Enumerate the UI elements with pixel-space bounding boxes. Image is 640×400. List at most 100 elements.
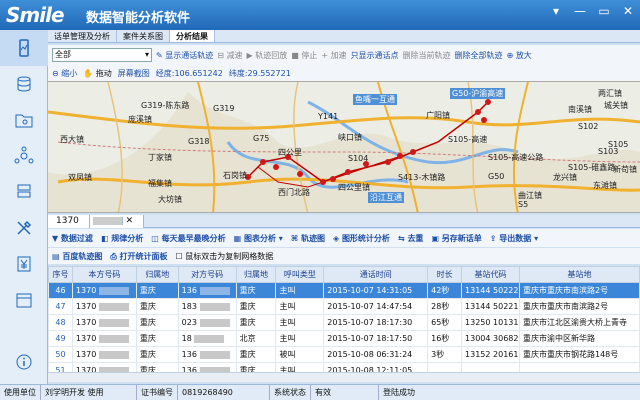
track-select[interactable]: 全部 — [52, 48, 152, 62]
col-header[interactable]: 基站代码 — [461, 266, 520, 283]
own-location: 重庆 — [135, 346, 179, 363]
sidebar-item-network[interactable] — [0, 138, 48, 174]
stop-button[interactable]: ■ 停止 — [291, 50, 317, 61]
pattern-analysis-button[interactable]: ◧ 规律分析 — [101, 233, 143, 244]
graph-stats-button[interactable]: ◈ 图形统计分析 — [333, 233, 390, 244]
map-label: S104 — [348, 154, 369, 163]
col-header[interactable]: 对方号码 — [177, 266, 237, 283]
station-address — [519, 362, 640, 372]
col-header[interactable]: 时长 — [427, 266, 463, 283]
own-location: 重庆 — [135, 282, 179, 299]
show-track-button[interactable]: ✎ 显示通话轨迹 — [156, 50, 213, 61]
row-index: 47 — [48, 298, 73, 315]
daily-analysis-button[interactable]: ◫ 每天最早最晚分析 — [151, 233, 225, 244]
map-label: S105-碓鑫路 — [568, 163, 616, 172]
export-button[interactable]: ⇪ 导出数据 ▾ — [490, 233, 538, 244]
row-index: 49 — [48, 330, 73, 347]
delete-current-button[interactable]: 删除当前轨迹 — [403, 50, 451, 61]
sidebar-item-tools[interactable] — [0, 210, 48, 246]
save-as-button[interactable]: ▣ 另存新话单 — [431, 233, 481, 244]
data-filter-button[interactable]: ▼ 数据过滤 — [52, 233, 93, 244]
table-row[interactable]: 46 1370 重庆 136 重庆 主叫 2015-10-07 14:31:05… — [48, 282, 640, 299]
station-code — [461, 362, 520, 372]
map-label: S102 — [578, 122, 599, 131]
baidu-track-button[interactable]: ▤ 百度轨迹图 — [52, 251, 102, 262]
other-number-text: 18 — [181, 334, 192, 343]
close-button[interactable]: ✕ — [620, 4, 636, 18]
zoom-in-button[interactable]: ⊕ 放大 — [507, 50, 532, 61]
other-number: 136 — [177, 362, 237, 372]
stats-panel-button[interactable]: ⎙ 打开统计面板 — [110, 251, 167, 262]
map-label: 东滩镇 — [593, 181, 617, 190]
own-location: 重庆 — [135, 298, 179, 315]
track-map-button[interactable]: ⌘ 轨迹图 — [291, 233, 325, 244]
sidebar-item-folder[interactable] — [0, 102, 48, 138]
dedupe-button[interactable]: ⇆ 去重 — [398, 233, 424, 244]
sidebar-item-phone[interactable] — [0, 30, 48, 66]
table-row[interactable]: 51 1370 重庆 136 重庆 主叫 2015-10-08 12:11:05 — [48, 362, 640, 372]
call-time: 2015-10-08 12:11:05 — [323, 362, 429, 372]
subtab-number[interactable]: 1370 ✕ — [48, 215, 145, 228]
pattern-analysis-label: 规律分析 — [111, 233, 144, 243]
map-label: 西门北路 — [278, 188, 310, 197]
call-type: 主叫 — [275, 362, 325, 372]
table-row[interactable]: 49 1370 重庆 18 北京 主叫 2015-10-07 18:17:50 … — [48, 330, 640, 347]
table-row[interactable]: 50 1370 重庆 136 重庆 被叫 2015-10-08 06:31:24… — [48, 346, 640, 363]
station-address: 重庆市重庆市南滨路2号 — [519, 298, 640, 315]
table-row[interactable]: 47 1370 重庆 183 重庆 主叫 2015-10-07 14:47:54… — [48, 298, 640, 315]
tab-analysis-results[interactable]: 分析结果 — [170, 30, 215, 42]
map-label: S105-高速公路 — [488, 153, 544, 162]
col-header[interactable]: 呼叫类型 — [275, 266, 325, 283]
col-header[interactable]: 序号 — [48, 266, 73, 283]
sys-value: 有效 — [311, 385, 379, 400]
col-header[interactable]: 本方号码 — [71, 266, 137, 283]
app-title: 数据智能分析软件 — [86, 11, 191, 26]
other-location: 重庆 — [235, 346, 277, 363]
call-type: 主叫 — [275, 282, 325, 299]
zoom-out-button[interactable]: ⊖ 缩小 — [52, 68, 77, 79]
own-location: 重庆 — [135, 314, 179, 331]
copy-grid-checkbox[interactable]: ☐ 鼠标双击为复制网格数据 — [176, 251, 274, 262]
tab-call-records[interactable]: 话单管理及分析 — [48, 30, 117, 42]
chart-analysis-button[interactable]: ▦ 图表分析 ▾ — [234, 233, 283, 244]
redacted-block — [92, 216, 123, 225]
tab-case-graph[interactable]: 案件关系图 — [117, 30, 170, 42]
horizontal-scrollbar[interactable] — [48, 372, 640, 382]
replay-button[interactable]: ▶ 轨迹回放 — [247, 50, 288, 61]
col-header[interactable]: 归属地 — [235, 266, 277, 283]
reduce-label: 减速 — [226, 50, 243, 60]
map-label: 丁家镇 — [148, 153, 172, 162]
map-view[interactable]: G319-陈东路 庞溪镇 西大镇 双凤镇 丁家镇 福集镇 大坊镇 石岗镇 峡口镇… — [48, 81, 640, 213]
screenshot-button[interactable]: 屏幕截图 — [118, 68, 150, 79]
pan-button[interactable]: ✋ 拖动 — [83, 68, 112, 79]
sidebar-item-server[interactable] — [0, 174, 48, 210]
sidebar-item-database[interactable] — [0, 66, 48, 102]
main-tabs: 话单管理及分析 案件关系图 分析结果 — [48, 30, 640, 43]
sidebar-item-info[interactable] — [0, 344, 48, 380]
station-code: 13152 20161 — [461, 346, 520, 363]
table-row[interactable]: 48 1370 重庆 023 重庆 主叫 2015-10-07 18:17:30… — [48, 314, 640, 331]
own-number-text: 1370 — [75, 318, 97, 327]
road-label: G50-沪渝高速 — [450, 88, 506, 99]
maximize-button[interactable]: ▭ — [596, 4, 612, 18]
redacted-block — [98, 334, 129, 343]
menu-dropdown-button[interactable]: ▾ — [548, 4, 564, 18]
own-number: 1370 — [71, 330, 137, 347]
col-header[interactable]: 基站地 — [519, 266, 640, 283]
minimize-button[interactable]: — — [572, 4, 588, 18]
zoom-out-label: 缩小 — [61, 68, 78, 78]
only-points-button[interactable]: 只显示通话点 — [351, 50, 399, 61]
sidebar-item-calendar[interactable] — [0, 282, 48, 318]
call-time: 2015-10-07 18:17:30 — [323, 314, 429, 331]
cert-value: 0819268490 — [178, 385, 270, 400]
reduce-speed-button[interactable]: ⊟ 减速 — [217, 50, 242, 61]
col-header[interactable]: 通话时间 — [323, 266, 429, 283]
station-code: 13144 50222 — [461, 282, 520, 299]
col-header[interactable]: 归属地 — [135, 266, 179, 283]
speed-up-button[interactable]: + 加速 — [321, 50, 346, 61]
title-bar: Smile 数据智能分析软件 ▾ — ▭ ✕ — [0, 0, 640, 30]
map-label: 福集镇 — [148, 179, 172, 188]
sidebar-item-yuan[interactable] — [0, 246, 48, 282]
own-number-text: 1370 — [75, 302, 97, 311]
delete-all-button[interactable]: 删除全部轨迹 — [455, 50, 503, 61]
